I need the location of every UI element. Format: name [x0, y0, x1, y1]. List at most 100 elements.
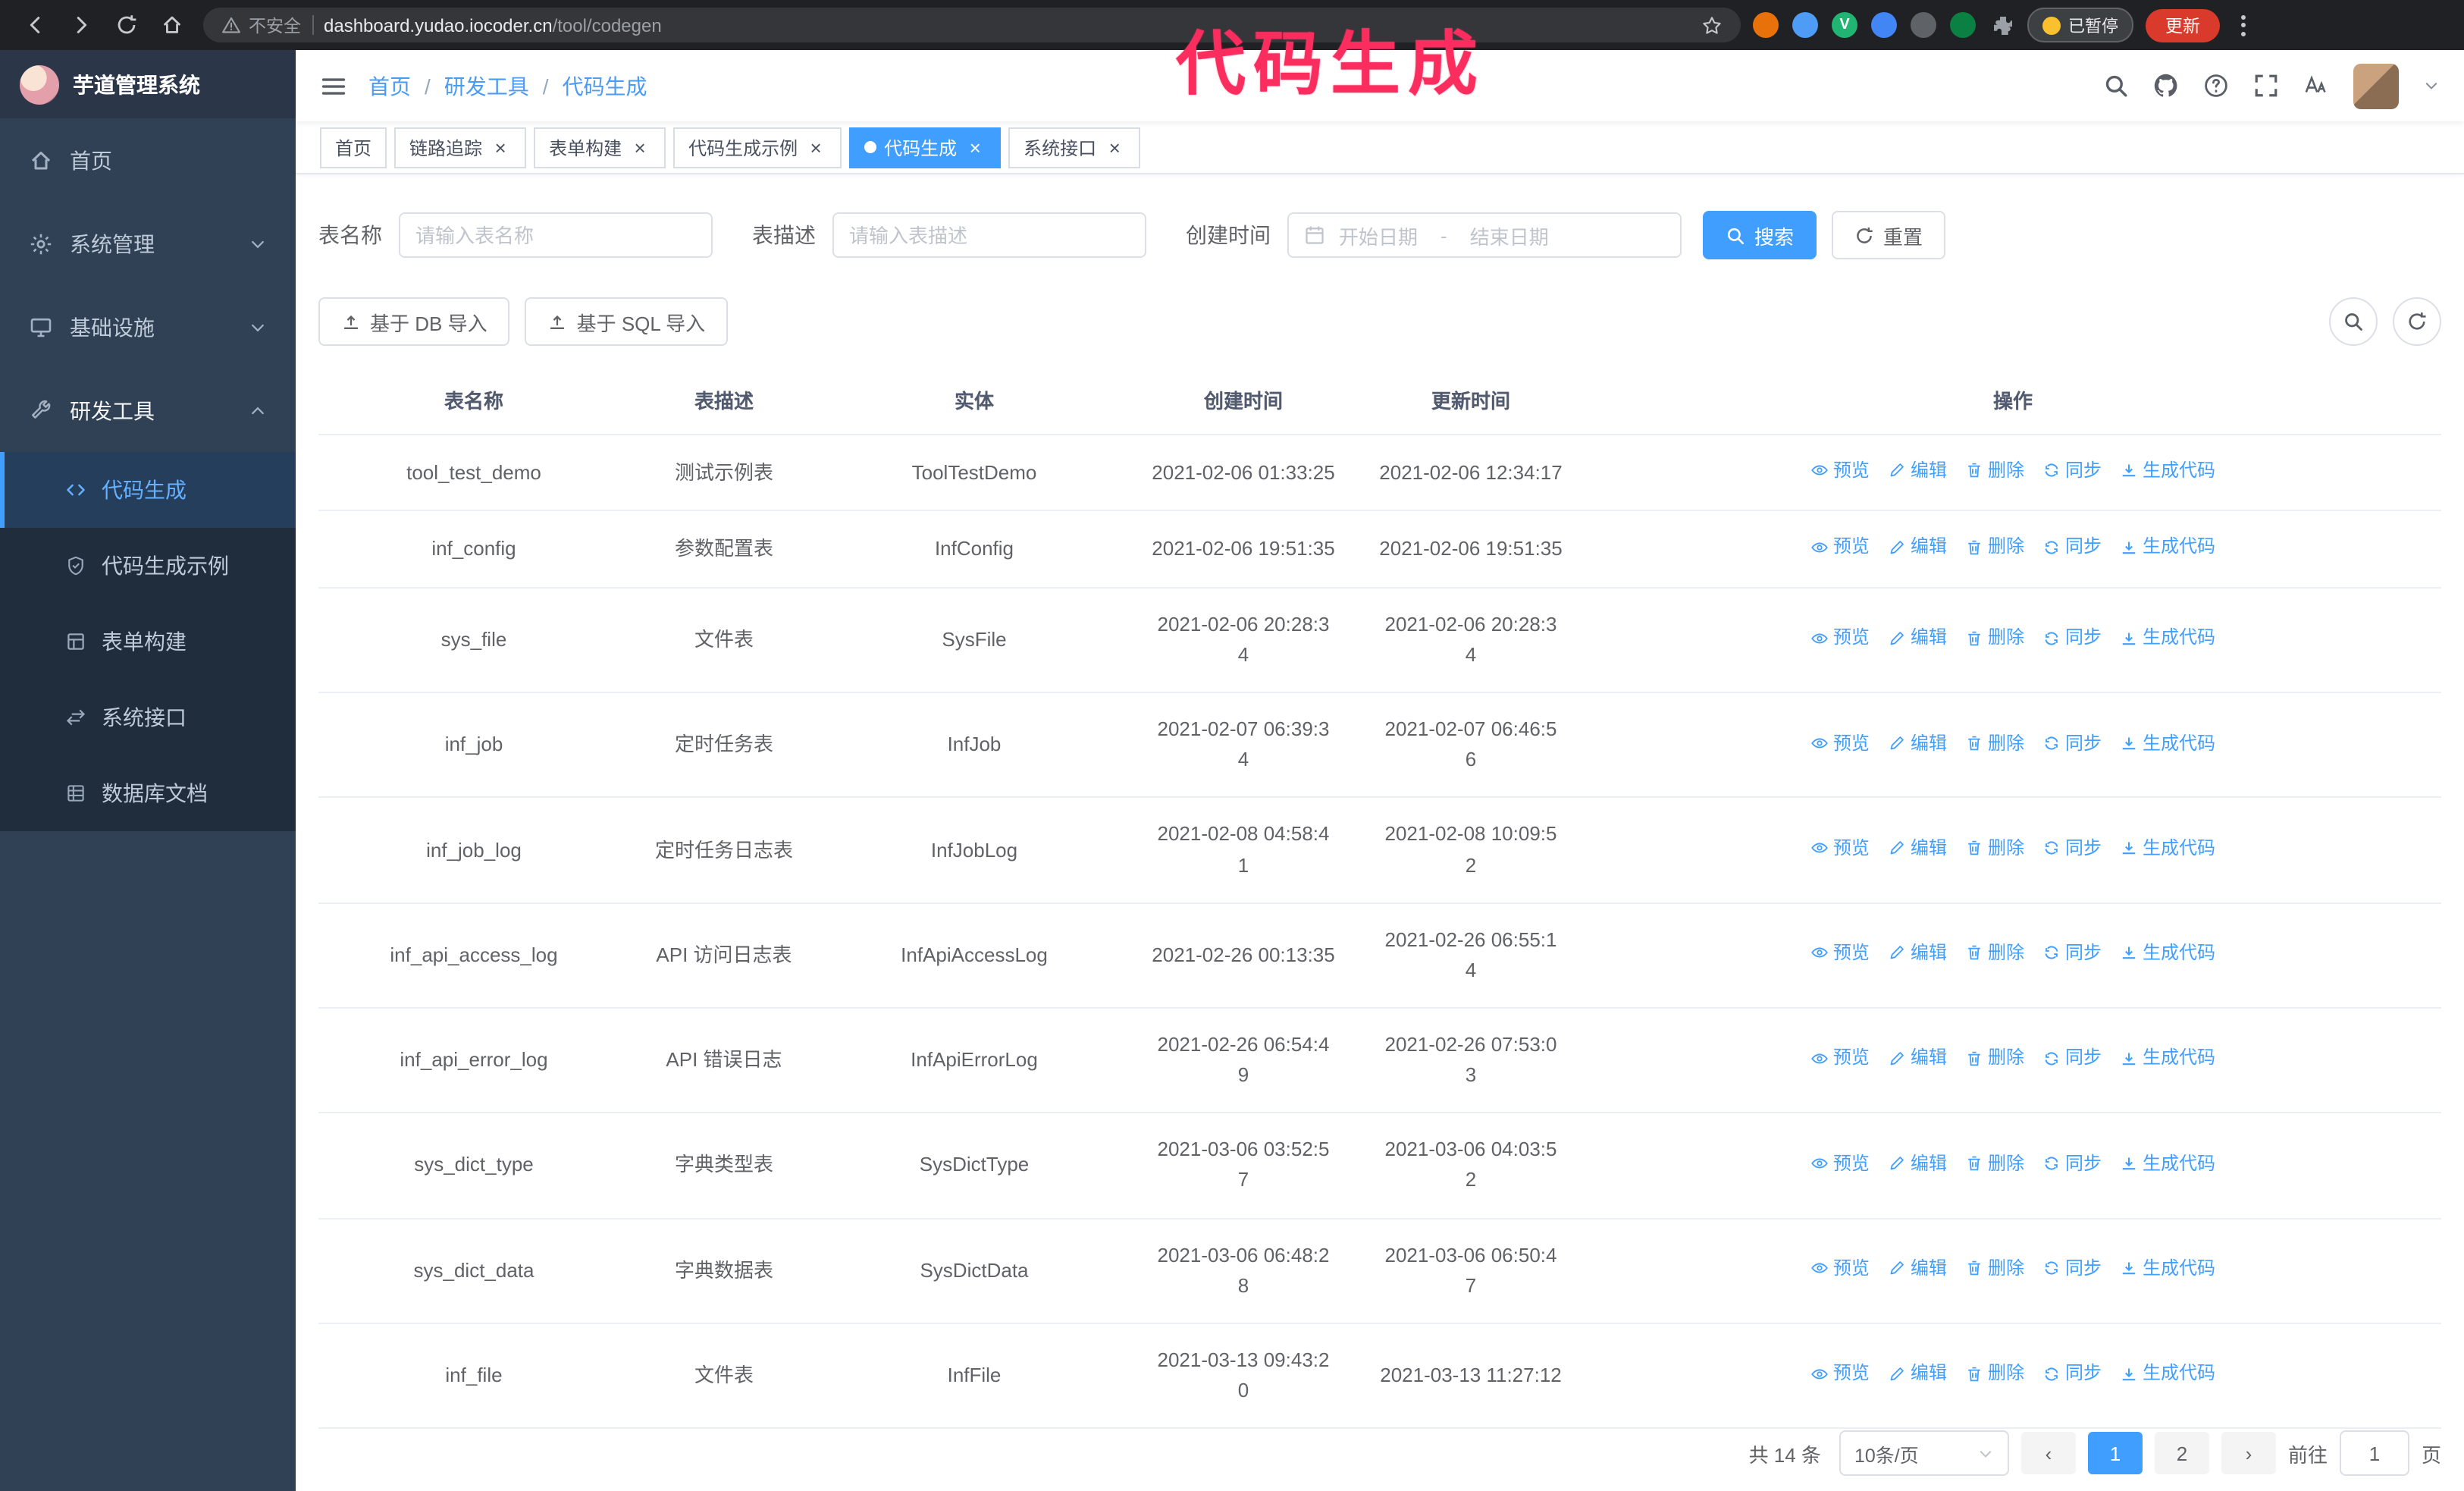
browser-home-button[interactable]	[152, 5, 191, 45]
sidebar-item-db-doc[interactable]: 数据库文档	[0, 755, 296, 831]
tab-codegen-example[interactable]: 代码生成示例 ×	[673, 127, 842, 168]
edit-action-link[interactable]: 编辑	[1888, 1360, 1947, 1388]
delete-action-link[interactable]: 删除	[1965, 834, 2024, 862]
browser-fwd-button[interactable]	[61, 5, 100, 45]
sync-action-link[interactable]: 同步	[2042, 1360, 2102, 1388]
sync-action-link[interactable]: 同步	[2042, 1044, 2102, 1072]
edit-action-link[interactable]: 编辑	[1888, 457, 1947, 485]
paused-badge[interactable]: 已暂停	[2027, 8, 2133, 42]
sync-action-link[interactable]: 同步	[2042, 834, 2102, 862]
edit-action-link[interactable]: 编辑	[1888, 1254, 1947, 1282]
sidebar-item-api[interactable]: 系统接口	[0, 680, 296, 755]
import-db-button[interactable]: 基于 DB 导入	[318, 297, 510, 346]
preview-action-link[interactable]: 预览	[1810, 834, 1870, 862]
reset-button[interactable]: 重置	[1832, 211, 1946, 259]
generate-code-action-link[interactable]: 生成代码	[2120, 834, 2215, 862]
date-range-picker[interactable]: 开始日期 - 结束日期	[1287, 212, 1682, 258]
tab-close-icon[interactable]: ×	[629, 137, 650, 158]
browser-menu-icon[interactable]	[2232, 8, 2253, 42]
table-name-input[interactable]	[399, 212, 713, 258]
sidebar-item-codegen-example[interactable]: 代码生成示例	[0, 528, 296, 604]
search-icon[interactable]	[2103, 73, 2129, 99]
table-desc-input[interactable]	[832, 212, 1146, 258]
preview-action-link[interactable]: 预览	[1810, 1044, 1870, 1072]
preview-action-link[interactable]: 预览	[1810, 1254, 1870, 1282]
sync-action-link[interactable]: 同步	[2042, 1149, 2102, 1177]
sidebar-item-home[interactable]: 首页	[0, 118, 296, 202]
preview-action-link[interactable]: 预览	[1810, 939, 1870, 967]
delete-action-link[interactable]: 删除	[1965, 533, 2024, 561]
browser-back-button[interactable]	[15, 5, 55, 45]
sync-action-link[interactable]: 同步	[2042, 533, 2102, 561]
github-icon[interactable]	[2153, 73, 2179, 99]
font-icon[interactable]	[2303, 73, 2329, 99]
generate-code-action-link[interactable]: 生成代码	[2120, 1044, 2215, 1072]
generate-code-action-link[interactable]: 生成代码	[2120, 939, 2215, 967]
tab-form-builder[interactable]: 表单构建 ×	[534, 127, 666, 168]
delete-action-link[interactable]: 删除	[1965, 1254, 2024, 1282]
vue-devtools-icon[interactable]: V	[1832, 12, 1857, 38]
gray-extension-icon[interactable]	[1911, 12, 1936, 38]
prev-page-button[interactable]: ‹	[2020, 1432, 2076, 1474]
orange-extension-icon[interactable]	[1753, 12, 1779, 38]
user-avatar[interactable]	[2353, 63, 2399, 108]
page-button-1[interactable]: 1	[2087, 1432, 2143, 1474]
generate-code-action-link[interactable]: 生成代码	[2120, 1149, 2215, 1177]
page-size-select[interactable]: 10条/页	[1839, 1430, 2009, 1476]
delete-action-link[interactable]: 删除	[1965, 1149, 2024, 1177]
sync-action-link[interactable]: 同步	[2042, 729, 2102, 757]
help-icon[interactable]	[2203, 73, 2229, 99]
delete-action-link[interactable]: 删除	[1965, 1360, 2024, 1388]
tab-close-icon[interactable]: ×	[1104, 137, 1125, 158]
security-chip[interactable]: 不安全	[221, 13, 301, 37]
profiles-extension-icon[interactable]	[1871, 12, 1897, 38]
next-page-button[interactable]: ›	[2221, 1432, 2276, 1474]
hamburger-icon[interactable]	[320, 72, 347, 99]
generate-code-action-link[interactable]: 生成代码	[2120, 624, 2215, 652]
delete-action-link[interactable]: 删除	[1965, 939, 2024, 967]
sync-action-link[interactable]: 同步	[2042, 1254, 2102, 1282]
green-extension-icon[interactable]	[1950, 12, 1976, 38]
sync-action-link[interactable]: 同步	[2042, 939, 2102, 967]
refresh-button[interactable]	[2393, 297, 2441, 346]
preview-action-link[interactable]: 预览	[1810, 533, 1870, 561]
delete-action-link[interactable]: 删除	[1965, 624, 2024, 652]
sidebar-item-infra[interactable]: 基础设施	[0, 285, 296, 369]
search-button[interactable]: 搜索	[1703, 211, 1817, 259]
edit-action-link[interactable]: 编辑	[1888, 533, 1947, 561]
sync-action-link[interactable]: 同步	[2042, 457, 2102, 485]
edit-action-link[interactable]: 编辑	[1888, 1149, 1947, 1177]
tab-api[interactable]: 系统接口 ×	[1008, 127, 1141, 168]
app-logo[interactable]: 芋道管理系统	[0, 50, 296, 118]
preview-action-link[interactable]: 预览	[1810, 1360, 1870, 1388]
delete-action-link[interactable]: 删除	[1965, 1044, 2024, 1072]
sidebar-item-form-builder[interactable]: 表单构建	[0, 604, 296, 680]
generate-code-action-link[interactable]: 生成代码	[2120, 729, 2215, 757]
generate-code-action-link[interactable]: 生成代码	[2120, 1360, 2215, 1388]
bookmark-star-icon[interactable]	[1701, 14, 1723, 36]
browser-reload-button[interactable]	[106, 5, 146, 45]
avatar-caret-icon[interactable]	[2423, 77, 2440, 94]
breadcrumb-item[interactable]: 首页	[368, 71, 411, 101]
blue-extension-icon[interactable]	[1792, 12, 1818, 38]
generate-code-action-link[interactable]: 生成代码	[2120, 533, 2215, 561]
address-bar[interactable]: 不安全 dashboard.yudao.iocoder.cn/tool/code…	[203, 8, 1741, 42]
delete-action-link[interactable]: 删除	[1965, 729, 2024, 757]
sidebar-item-codegen[interactable]: 代码生成	[0, 452, 296, 528]
edit-action-link[interactable]: 编辑	[1888, 834, 1947, 862]
page-button-2[interactable]: 2	[2154, 1432, 2209, 1474]
browser-update-button[interactable]: 更新	[2146, 8, 2220, 42]
tab-tracer[interactable]: 链路追踪 ×	[394, 127, 527, 168]
breadcrumb-item[interactable]: 代码生成	[563, 71, 647, 101]
search-toggle-button[interactable]	[2329, 297, 2378, 346]
breadcrumb-item[interactable]: 研发工具	[444, 71, 529, 101]
tab-close-icon[interactable]: ×	[490, 137, 511, 158]
edit-action-link[interactable]: 编辑	[1888, 939, 1947, 967]
edit-action-link[interactable]: 编辑	[1888, 624, 1947, 652]
expand-icon[interactable]	[2253, 73, 2279, 99]
edit-action-link[interactable]: 编辑	[1888, 1044, 1947, 1072]
tab-home[interactable]: 首页	[320, 127, 387, 168]
sidebar-item-system[interactable]: 系统管理	[0, 202, 296, 285]
preview-action-link[interactable]: 预览	[1810, 457, 1870, 485]
preview-action-link[interactable]: 预览	[1810, 729, 1870, 757]
